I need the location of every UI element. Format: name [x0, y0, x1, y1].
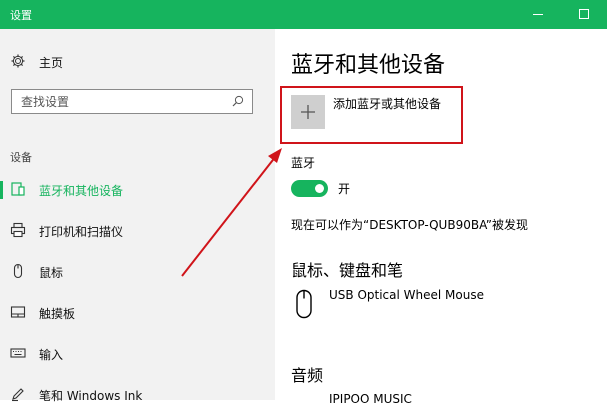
touchpad-icon	[10, 304, 26, 320]
sidebar-item-mouse[interactable]: 鼠标	[0, 255, 275, 289]
search-input[interactable]	[12, 90, 231, 113]
sidebar-item-bluetooth[interactable]: 蓝牙和其他设备	[0, 173, 275, 207]
mouse-icon	[10, 263, 26, 279]
maximize-button[interactable]	[561, 0, 607, 29]
search-icon[interactable]	[232, 95, 244, 107]
toggle-state-text: 开	[338, 182, 351, 196]
sidebar-item-label: 蓝牙和其他设备	[39, 184, 124, 198]
minimize-button[interactable]	[515, 0, 561, 29]
sidebar-item-label: 鼠标	[39, 266, 64, 280]
printer-icon	[10, 222, 26, 238]
add-device-button[interactable]: 添加蓝牙或其他设备	[291, 87, 459, 135]
sidebar-item-touchpad[interactable]: 触摸板	[0, 296, 275, 330]
audio-heading: 音频	[291, 366, 324, 385]
mouse-keyboard-pen-heading: 鼠标、键盘和笔	[291, 261, 404, 280]
mouse-icon	[293, 289, 315, 319]
plus-icon	[291, 95, 325, 129]
device-item-audio[interactable]: IPIPOO MUSIC	[329, 392, 412, 406]
toggle-knob	[315, 184, 324, 193]
section-label-devices: 设备	[10, 151, 32, 164]
discoverable-text: 现在可以作为“DESKTOP-QUB90BA”被发现	[291, 218, 529, 232]
sidebar-item-pen[interactable]: 笔和 Windows Ink	[0, 378, 275, 412]
devices-icon	[10, 181, 26, 197]
window-title: 设置	[10, 9, 32, 22]
sidebar-item-typing[interactable]: 输入	[0, 337, 275, 371]
sidebar-item-label: 笔和 Windows Ink	[39, 389, 143, 403]
active-indicator	[0, 181, 3, 199]
bluetooth-label: 蓝牙	[291, 156, 316, 170]
keyboard-icon	[10, 345, 26, 361]
sidebar-item-label: 主页	[39, 56, 64, 70]
page-title: 蓝牙和其他设备	[291, 53, 446, 78]
sidebar-item-label: 触摸板	[39, 307, 76, 321]
main-panel: 蓝牙和其他设备 添加蓝牙或其他设备 蓝牙 开 现在可以作为“DESKTOP-QU…	[275, 29, 607, 406]
bluetooth-toggle[interactable]	[291, 180, 328, 197]
gear-icon	[10, 53, 26, 69]
add-device-label: 添加蓝牙或其他设备	[333, 97, 442, 111]
title-bar: 设置	[0, 0, 607, 29]
sidebar-item-home[interactable]: 主页	[0, 45, 275, 79]
sidebar-item-label: 输入	[39, 348, 64, 362]
sidebar-item-label: 打印机和扫描仪	[39, 225, 124, 239]
search-box[interactable]	[11, 89, 253, 114]
device-item-mouse[interactable]: USB Optical Wheel Mouse	[329, 288, 484, 302]
sidebar: 主页 设备 蓝牙和其他设备 打印机和扫描仪 鼠标 触摸板	[0, 29, 275, 403]
sidebar-item-printers[interactable]: 打印机和扫描仪	[0, 214, 275, 248]
